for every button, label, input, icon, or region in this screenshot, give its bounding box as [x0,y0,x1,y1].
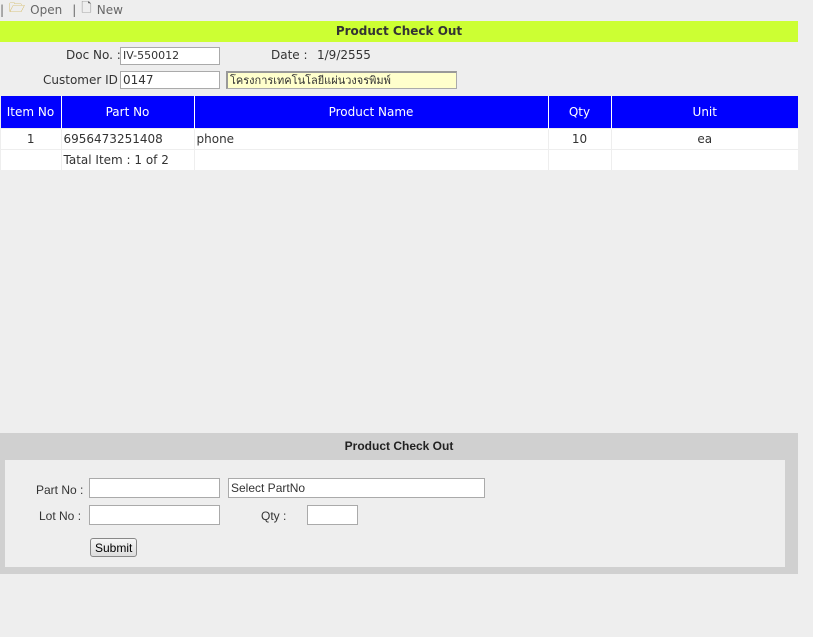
col-item-no: Item No [0,96,61,129]
folder-icon: 🗁 [9,1,26,16]
col-unit: Unit [610,96,798,129]
empty-cell [610,149,798,170]
col-part-no: Part No [60,96,194,129]
page-title: Product Check Out [0,21,798,42]
toolbar: | 🗁 Open | 🗋 New [0,0,133,20]
doc-no-input[interactable]: IV-550012 [120,47,220,65]
lot-no-label: Lot No : [39,509,82,523]
empty-cell [193,149,548,170]
part-no-label: Part No : [36,483,84,497]
separator: | [0,3,5,17]
document-icon: 🗋 [81,1,92,16]
items-table: Item No Part No Product Name Qty Unit 1 … [0,96,798,170]
new-button[interactable]: 🗋 New [81,0,128,21]
cell-item-no: 1 [0,128,61,150]
date-value: 1/9/2555 [317,48,371,62]
col-product-name: Product Name [193,96,548,129]
submit-button[interactable]: Submit [90,538,138,557]
date-label: Date : [271,48,308,62]
select-partno-field[interactable]: Select PartNo [228,478,485,498]
part-no-input[interactable] [89,478,220,498]
empty-cell [0,149,61,170]
total-row: Tatal Item : 1 of 2 [0,149,798,170]
table-header-row: Item No Part No Product Name Qty Unit [0,96,798,129]
doc-no-label: Doc No. : [66,48,121,62]
cell-qty: 10 [547,128,611,150]
form-body: Part No : Select PartNo Lot No : Qty : S… [5,460,785,567]
col-qty: Qty [547,96,611,129]
customer-id-input[interactable]: 0147 [120,71,220,89]
customer-name-field: โครงการเทคโนโลยีแผ่นวงจรพิมพ์ [226,71,457,89]
table-row[interactable]: 1 6956473251408 phone 10 ea [0,128,798,150]
total-items: Tatal Item : 1 of 2 [60,149,194,170]
qty-label: Qty : [261,509,287,523]
open-button[interactable]: 🗁 Open [9,0,67,21]
checkout-form-panel: Product Check Out Part No : Select PartN… [0,433,798,574]
form-title: Product Check Out [344,439,454,453]
qty-input[interactable] [307,505,358,525]
lot-no-input[interactable] [89,505,220,525]
customer-id-label: Customer ID : [43,73,126,87]
empty-cell [547,149,611,170]
cell-unit: ea [610,128,798,150]
cell-product-name: phone [193,128,548,150]
cell-part-no: 6956473251408 [60,128,194,150]
separator: | [72,3,77,17]
